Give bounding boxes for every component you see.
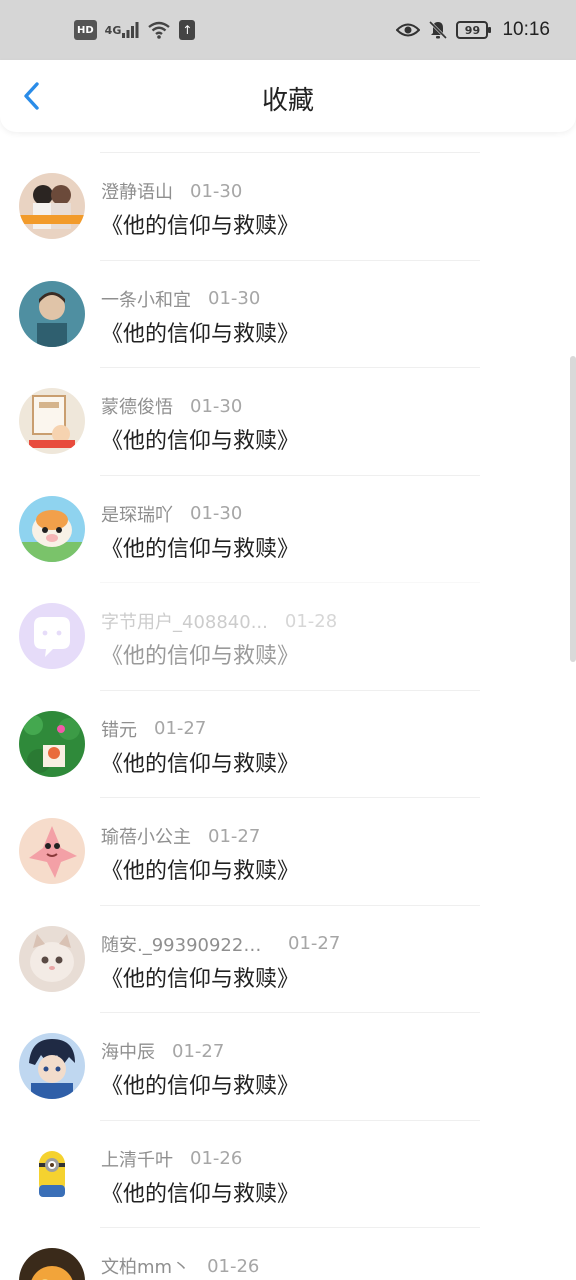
item-date: 01-30 (190, 503, 243, 524)
item-title[interactable]: 《他的信仰与救赎》 (101, 208, 299, 240)
list-item[interactable]: 一条小和宜 01-30 《他的信仰与救赎》 (0, 259, 576, 368)
item-meta: 澄静语山 01-30 (101, 178, 242, 204)
divider (100, 1012, 480, 1013)
status-bar: HD 4G ↑ 99 10:16 (0, 0, 576, 60)
divider (100, 1227, 480, 1228)
avatar-couple-photo[interactable] (19, 173, 85, 239)
user-name[interactable]: 随安._993909222... (101, 931, 271, 957)
item-title[interactable]: 《他的信仰与救赎》 (101, 746, 299, 778)
item-date: 01-30 (190, 180, 243, 202)
item-title[interactable]: 《他的信仰与救赎》 (101, 1068, 299, 1100)
item-date: 01-30 (208, 288, 261, 309)
avatar-anime-boy[interactable] (19, 1033, 85, 1099)
favorites-list: 澄静语山 01-30 《他的信仰与救赎》 一条小和宜 01-30 《他的信仰与救赎》 蒙德俊… (0, 152, 576, 1280)
divider (100, 797, 480, 798)
user-name[interactable]: 上清千叶 (101, 1146, 173, 1172)
item-meta: 随安._993909222... 01-27 (101, 931, 340, 957)
item-date: 01-28 (284, 610, 338, 632)
item-meta: 是琛瑞吖 01-30 (101, 501, 242, 527)
signal-icon: 4G (105, 20, 140, 40)
wifi-icon (147, 20, 171, 40)
user-name[interactable]: 一条小和宜 (101, 286, 191, 312)
list-item[interactable]: 随安._993909222... 01-27 《他的信仰与救赎》 (0, 904, 576, 1013)
avatar-portrait-teal[interactable] (19, 280, 85, 347)
divider (100, 689, 480, 691)
item-meta: 上清千叶 01-26 (101, 1146, 242, 1172)
user-name[interactable]: 海中辰 (101, 1038, 155, 1064)
list-item[interactable]: 瑜蓓小公主 01-27 《他的信仰与救赎》 (0, 797, 576, 905)
item-meta: 一条小和宜 01-30 (101, 286, 260, 312)
avatar-hamster[interactable] (19, 495, 85, 562)
item-title[interactable]: 《他的信仰与救赎》 (101, 423, 299, 455)
user-name[interactable]: 瑜蓓小公主 (101, 823, 191, 849)
item-date: 01-27 (172, 1040, 225, 1062)
avatar-minion[interactable] (19, 1140, 85, 1207)
list-item[interactable]: 文柏mm丶 01-26 (0, 1227, 576, 1280)
divider (100, 474, 480, 476)
status-time: 10:16 (502, 19, 550, 40)
app-header: 收藏 (0, 60, 576, 132)
item-title[interactable]: 《他的信仰与救赎》 (101, 853, 299, 885)
divider (100, 152, 480, 153)
item-date: 01-27 (208, 825, 261, 847)
item-title[interactable]: 《他的信仰与救赎》 (101, 531, 299, 563)
user-name[interactable]: 蒙德俊悟 (101, 393, 173, 419)
list-item[interactable]: 是琛瑞吖 01-30 《他的信仰与救赎》 (0, 474, 576, 583)
eye-icon (396, 20, 421, 40)
item-title[interactable]: 《他的信仰与救赎》 (101, 961, 299, 993)
item-title[interactable]: 《他的信仰与救赎》 (101, 1176, 299, 1208)
list-item[interactable]: 澄静语山 01-30 《他的信仰与救赎》 (0, 152, 576, 260)
item-meta: 文柏mm丶 01-26 (101, 1253, 259, 1279)
scrollbar[interactable] (570, 356, 576, 662)
avatar-orange[interactable] (19, 1248, 85, 1280)
item-date: 01-27 (288, 933, 341, 954)
divider (100, 259, 480, 261)
list-item[interactable]: 字节用户_408840... 01-28 《他的信仰与救赎》 (0, 582, 576, 690)
item-title[interactable]: 《他的信仰与救赎》 (101, 316, 299, 348)
item-meta: 海中辰 01-27 (101, 1038, 224, 1064)
item-meta: 错元 01-27 (101, 716, 206, 742)
status-right: 99 10:16 (396, 19, 550, 41)
page-title: 收藏 (261, 86, 314, 116)
divider (100, 1119, 480, 1121)
status-left: HD 4G ↑ (74, 20, 196, 40)
user-name[interactable]: 澄静语山 (101, 178, 173, 204)
user-name[interactable]: 文柏mm丶 (101, 1253, 190, 1279)
item-date: 01-26 (207, 1255, 260, 1277)
list-item[interactable]: 上清千叶 01-26 《他的信仰与救赎》 (0, 1119, 576, 1228)
avatar-kitten[interactable] (19, 925, 85, 992)
item-meta: 瑜蓓小公主 01-27 (101, 823, 260, 849)
hd-icon: HD (74, 20, 97, 40)
item-title[interactable]: 《他的信仰与救赎》 (101, 638, 299, 670)
battery-icon: 99 (456, 21, 492, 39)
divider (100, 367, 480, 368)
list-item[interactable]: 海中辰 01-27 《他的信仰与救赎》 (0, 1012, 576, 1120)
item-date: 01-26 (190, 1148, 243, 1169)
user-name[interactable]: 字节用户_408840... (101, 608, 268, 634)
bell-off-icon (428, 20, 448, 40)
user-name[interactable]: 错元 (101, 716, 137, 742)
divider (100, 904, 480, 906)
avatar-green-flowers[interactable] (19, 710, 85, 777)
avatar-patrick-star[interactable] (19, 818, 85, 884)
item-date: 01-27 (154, 718, 207, 739)
list-item[interactable]: 错元 01-27 《他的信仰与救赎》 (0, 689, 576, 798)
upload-icon: ↑ (179, 20, 196, 40)
list-item[interactable]: 蒙德俊悟 01-30 《他的信仰与救赎》 (0, 367, 576, 475)
item-date: 01-30 (190, 395, 243, 417)
divider (100, 582, 480, 583)
avatar-default-chat[interactable] (19, 603, 85, 669)
item-meta: 蒙德俊悟 01-30 (101, 393, 242, 419)
user-name[interactable]: 是琛瑞吖 (101, 501, 173, 527)
avatar-cartoon-cards[interactable] (19, 388, 85, 454)
item-meta: 字节用户_408840... 01-28 (101, 608, 337, 634)
network-label: 4G (104, 23, 122, 37)
